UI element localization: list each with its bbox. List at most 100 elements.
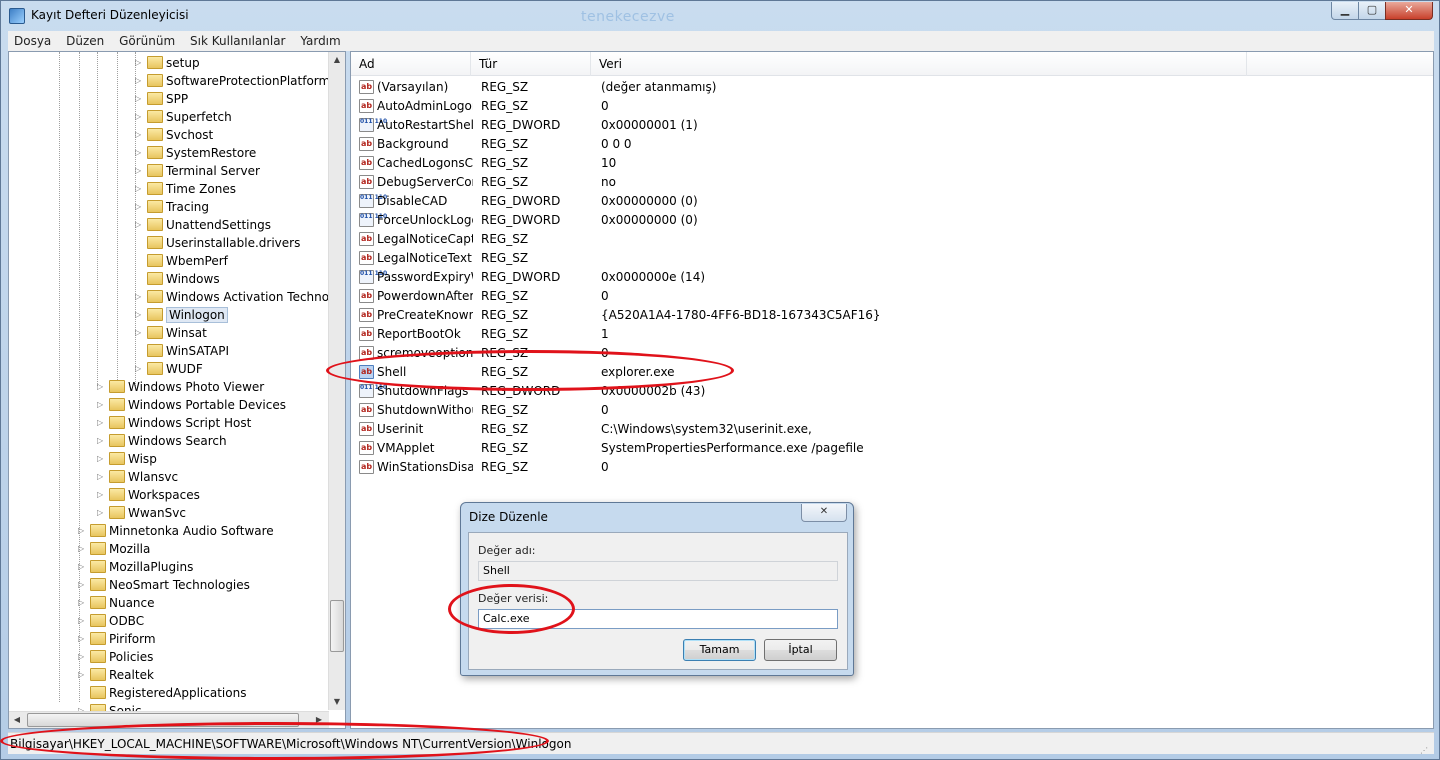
expand-arrow-icon[interactable]: ▷ — [135, 54, 144, 72]
tree-node[interactable]: ▷ UnattendSettings — [135, 216, 271, 234]
expand-arrow-icon[interactable]: ▷ — [97, 486, 106, 504]
tree-node[interactable]: ▷ Windows Script Host — [97, 414, 251, 432]
scroll-left-icon[interactable]: ◀ — [9, 712, 25, 728]
expand-arrow-icon[interactable]: ▷ — [78, 522, 87, 540]
tree-node[interactable]: ▷ Terminal Server — [135, 162, 260, 180]
expand-arrow-icon[interactable]: ▷ — [97, 378, 106, 396]
key-tree-pane[interactable]: ▷ setup ▷ SoftwareProtectionPlatform ▷ SPP ▷ Su… — [8, 51, 346, 729]
tree-node[interactable]: ▷ Piriform — [78, 630, 156, 648]
registry-value-row[interactable]: ab Shell REG_SZ explorer.exe — [351, 363, 1433, 382]
tree-node[interactable]: ▷ Realtek — [78, 666, 154, 684]
title-bar[interactable]: Kayıt Defteri Düzenleyicisi tenekecezve … — [1, 1, 1439, 31]
registry-value-row[interactable]: abLegalNoticeCaption REG_SZ — [351, 230, 1433, 249]
expand-arrow-icon[interactable]: ▷ — [135, 90, 144, 108]
registry-value-row[interactable]: 011 110 ShutdownFlags REG_DWORD 0x0000002b … — [351, 382, 1433, 401]
resize-grip-icon[interactable]: ⋰ — [1420, 740, 1432, 755]
expand-arrow-icon[interactable]: ▷ — [135, 288, 144, 306]
registry-value-row[interactable]: ab (Varsayılan) REG_SZ (değer atanmamış) — [351, 78, 1433, 97]
menu-favorites[interactable]: Sık Kullanılanlar — [184, 31, 290, 48]
expand-arrow-icon[interactable]: ▷ — [97, 396, 106, 414]
registry-value-row[interactable]: ab scremoveoption REG_SZ 0 — [351, 344, 1433, 363]
registry-value-row[interactable]: ab AutoAdminLogon REG_SZ 0 — [351, 97, 1433, 116]
registry-value-row[interactable]: ab ReportBootOk REG_SZ 1 — [351, 325, 1433, 344]
tree-node[interactable]: ▷ Windows Portable Devices — [97, 396, 286, 414]
registry-value-row[interactable]: abShutdownWithoutLogon REG_SZ 0 — [351, 401, 1433, 420]
expand-arrow-icon[interactable]: ▷ — [78, 612, 87, 630]
ok-button[interactable]: Tamam — [683, 639, 756, 661]
tree-node[interactable]: ▷ Minnetonka Audio Software — [78, 522, 274, 540]
tree-node[interactable]: ▷ Policies — [78, 648, 153, 666]
tree-node[interactable]: ▷ Windows Search — [97, 432, 227, 450]
tree-node[interactable]: ▷ WwanSvc — [97, 504, 186, 522]
tree-node[interactable]: ▷ SystemRestore — [135, 144, 256, 162]
expand-arrow-icon[interactable]: ▷ — [78, 648, 87, 666]
registry-value-row[interactable]: ab Userinit REG_SZ C:\Windows\system32\user… — [351, 420, 1433, 439]
tree-hscroll-thumb[interactable] — [27, 713, 299, 727]
registry-value-row[interactable]: ab VMApplet REG_SZ SystemPropertiesPerforma… — [351, 439, 1433, 458]
tree-node[interactable]: ▷ SoftwareProtectionPlatform — [135, 72, 330, 90]
menu-file[interactable]: Dosya — [8, 31, 56, 48]
tree-node[interactable]: ▷ Superfetch — [135, 108, 232, 126]
registry-value-row[interactable]: 011 110ForceUnlockLogon REG_DWORD 0x000000… — [351, 211, 1433, 230]
expand-arrow-icon[interactable]: ▷ — [78, 576, 87, 594]
tree-node[interactable]: ▷ ODBC — [78, 612, 144, 630]
tree-node[interactable]: ▷ Winlogon — [135, 306, 228, 324]
tree-node[interactable]: ▷ WUDF — [135, 360, 203, 378]
tree-node[interactable]: WbemPerf — [135, 252, 228, 270]
tree-node[interactable]: Windows — [135, 270, 220, 288]
registry-value-row[interactable]: ab Background REG_SZ 0 0 0 — [351, 135, 1433, 154]
tree-node[interactable]: ▷ Winsat — [135, 324, 207, 342]
cancel-button[interactable]: İptal — [764, 639, 837, 661]
registry-value-row[interactable]: abPreCreateKnownFolders REG_SZ {A520A1A4-1… — [351, 306, 1433, 325]
tree-node[interactable]: ▷ Mozilla — [78, 540, 150, 558]
column-data-header[interactable]: Veri — [591, 52, 1247, 76]
dialog-close-button[interactable]: ✕ — [801, 504, 847, 522]
expand-arrow-icon[interactable]: ▷ — [135, 324, 144, 342]
tree-node[interactable]: ▷ Windows Activation Technologies — [135, 288, 345, 306]
registry-value-row[interactable]: ab LegalNoticeText REG_SZ — [351, 249, 1433, 268]
registry-value-row[interactable]: 011 110 AutoRestartShell REG_DWORD 0x000000… — [351, 116, 1433, 135]
tree-node[interactable]: ▷ SPP — [135, 90, 188, 108]
expand-arrow-icon[interactable]: ▷ — [97, 432, 106, 450]
column-name-header[interactable]: Ad — [351, 52, 471, 76]
tree-vertical-scrollbar[interactable]: ▲ ▼ — [328, 52, 345, 710]
expand-arrow-icon[interactable]: ▷ — [135, 162, 144, 180]
registry-value-row[interactable]: abWinStationsDisabled REG_SZ 0 — [351, 458, 1433, 477]
expand-arrow-icon[interactable]: ▷ — [135, 180, 144, 198]
registry-value-row[interactable]: abDebugServerCommand REG_SZ no — [351, 173, 1433, 192]
tree-node[interactable]: ▷ Wisp — [97, 450, 157, 468]
scroll-down-icon[interactable]: ▼ — [329, 694, 345, 710]
expand-arrow-icon[interactable]: ▷ — [97, 450, 106, 468]
registry-value-row[interactable]: abCachedLogonsCount REG_SZ 10 — [351, 154, 1433, 173]
expand-arrow-icon[interactable]: ▷ — [135, 306, 144, 324]
tree-node[interactable]: ▷ MozillaPlugins — [78, 558, 193, 576]
registry-value-row[interactable]: 011 110 DisableCAD REG_DWORD 0x00000000 (0) — [351, 192, 1433, 211]
expand-arrow-icon[interactable]: ▷ — [78, 630, 87, 648]
value-data-field[interactable]: Calc.exe — [478, 609, 838, 629]
maximize-button[interactable]: ▢ — [1358, 2, 1386, 20]
expand-arrow-icon[interactable]: ▷ — [97, 414, 106, 432]
tree-node[interactable]: ▷ Svchost — [135, 126, 213, 144]
menu-help[interactable]: Yardım — [294, 31, 345, 48]
tree-node[interactable]: ▷ NeoSmart Technologies — [78, 576, 250, 594]
tree-node[interactable]: ▷ Windows Photo Viewer — [97, 378, 264, 396]
tree-node[interactable]: RegisteredApplications — [78, 684, 246, 702]
registry-value-row[interactable]: abPowerdownAfterShutdown REG_SZ 0 — [351, 287, 1433, 306]
scroll-right-icon[interactable]: ▶ — [311, 712, 327, 728]
expand-arrow-icon[interactable]: ▷ — [135, 360, 144, 378]
menu-edit[interactable]: Düzen — [60, 31, 109, 48]
expand-arrow-icon[interactable]: ▷ — [135, 144, 144, 162]
expand-arrow-icon[interactable]: ▷ — [135, 126, 144, 144]
close-button[interactable]: ✕ — [1385, 2, 1433, 20]
tree-node[interactable]: WinSATAPI — [135, 342, 229, 360]
scroll-up-icon[interactable]: ▲ — [329, 52, 345, 68]
tree-node[interactable]: ▷ Tracing — [135, 198, 209, 216]
registry-value-row[interactable]: 011 110PasswordExpiryWarning REG_DWORD 0x0… — [351, 268, 1433, 287]
tree-node[interactable]: ▷ Nuance — [78, 594, 155, 612]
expand-arrow-icon[interactable]: ▷ — [78, 666, 87, 684]
expand-arrow-icon[interactable]: ▷ — [97, 504, 106, 522]
expand-arrow-icon[interactable]: ▷ — [135, 72, 144, 90]
expand-arrow-icon[interactable]: ▷ — [135, 198, 144, 216]
tree-node[interactable]: ▷ Time Zones — [135, 180, 236, 198]
expand-arrow-icon[interactable]: ▷ — [97, 468, 106, 486]
